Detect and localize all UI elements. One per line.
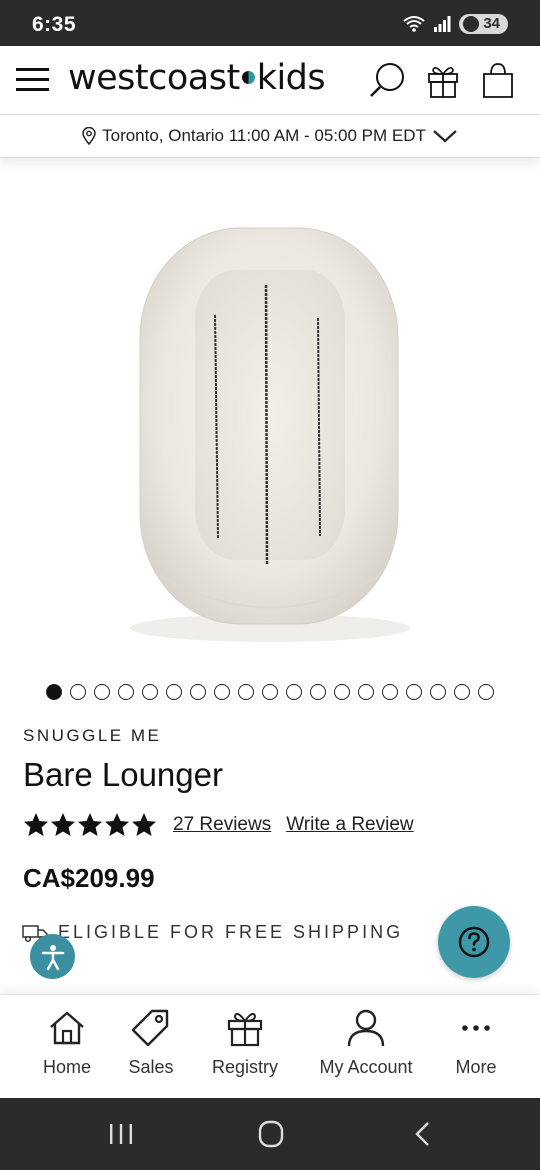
logo-dot — [241, 70, 255, 84]
nav-label-account: My Account — [319, 1057, 413, 1077]
accessibility-icon — [41, 944, 64, 970]
carousel-dot[interactable] — [190, 684, 206, 700]
search-button[interactable] — [368, 60, 408, 100]
carousel-dot[interactable] — [238, 684, 254, 700]
bottom-navigation: Home Sales Registry My Account More — [0, 994, 540, 1098]
gift-icon — [428, 66, 458, 98]
home-system-button[interactable] — [256, 1120, 286, 1148]
nav-item-home[interactable]: Home — [40, 1007, 94, 1078]
price-tag-icon — [131, 1009, 169, 1047]
shipping-text: ELIGIBLE FOR FREE SHIPPING — [58, 922, 404, 942]
battery-level: 34 — [483, 15, 500, 32]
back-button[interactable] — [408, 1120, 438, 1148]
question-mark-icon — [458, 926, 490, 958]
carousel-dot[interactable] — [118, 684, 134, 700]
carousel-dot[interactable] — [94, 684, 110, 700]
carousel-dot[interactable] — [214, 684, 230, 700]
carousel-dot[interactable] — [70, 684, 86, 700]
carousel-dot[interactable] — [286, 684, 302, 700]
status-bar: 6:35 34 — [0, 0, 540, 46]
carousel-dot[interactable] — [334, 684, 350, 700]
battery-saver-icon — [463, 16, 480, 32]
carousel-dot[interactable] — [454, 684, 470, 700]
search-icon — [370, 63, 404, 97]
recent-apps-button[interactable] — [106, 1120, 136, 1148]
accessibility-button[interactable] — [30, 934, 75, 979]
carousel-dot[interactable] — [46, 684, 62, 700]
carousel-dot[interactable] — [262, 684, 278, 700]
nav-label-registry: Registry — [211, 1057, 278, 1077]
home-circle-icon — [258, 1120, 284, 1148]
battery-indicator: 34 — [459, 14, 508, 34]
lounger-image — [130, 227, 410, 642]
gift-registry-button[interactable] — [423, 60, 463, 100]
shopping-bag-icon — [483, 63, 513, 98]
carousel-dot[interactable] — [142, 684, 158, 700]
carousel-dot[interactable] — [166, 684, 182, 700]
recent-apps-icon — [110, 1124, 132, 1144]
product-brand[interactable]: SNUGGLE ME — [23, 726, 161, 746]
store-location-bar[interactable]: Toronto, Ontario 11:00 AM - 05:00 PM EDT — [0, 114, 540, 158]
nav-item-sales[interactable]: Sales — [124, 1007, 178, 1078]
product-title: Bare Lounger — [23, 756, 223, 793]
carousel-dot[interactable] — [310, 684, 326, 700]
site-header: westcoast kids — [0, 46, 540, 114]
gift-icon — [227, 1012, 263, 1047]
product-image[interactable] — [0, 170, 540, 670]
nav-label-more: More — [455, 1057, 497, 1077]
rating-row: 27 Reviews Write a Review — [23, 812, 429, 838]
status-time: 6:35 — [32, 13, 77, 36]
nav-item-more[interactable]: More — [450, 1007, 502, 1078]
shipping-info: ELIGIBLE FOR FREE SHIPPING — [22, 922, 403, 943]
star-icon — [24, 813, 48, 836]
home-icon — [50, 1011, 84, 1045]
carousel-dot[interactable] — [382, 684, 398, 700]
star-rating — [23, 812, 157, 838]
nav-item-account[interactable]: My Account — [316, 1007, 416, 1078]
wifi-icon — [403, 16, 425, 32]
star-icon — [105, 813, 129, 836]
back-chevron-icon — [415, 1122, 429, 1146]
user-icon — [347, 1009, 385, 1047]
signal-icon — [434, 16, 451, 32]
site-logo[interactable]: westcoast kids — [68, 58, 326, 98]
cart-button[interactable] — [478, 60, 518, 100]
logo-text-right: kids — [256, 58, 326, 98]
logo-text-left: westcoast — [68, 58, 240, 98]
product-price: CA$209.99 — [23, 863, 155, 893]
carousel-dot[interactable] — [478, 684, 494, 700]
hamburger-icon — [16, 68, 49, 91]
system-navigation-bar — [0, 1098, 540, 1170]
carousel-dots — [0, 684, 540, 700]
more-dots-icon — [462, 1025, 490, 1031]
carousel-dot[interactable] — [430, 684, 446, 700]
carousel-dot[interactable] — [406, 684, 422, 700]
nav-label-sales: Sales — [128, 1057, 174, 1077]
star-icon — [132, 813, 156, 836]
store-hours-text: Toronto, Ontario 11:00 AM - 05:00 PM EDT — [102, 126, 426, 145]
star-icon — [51, 813, 75, 836]
status-icons: 34 — [403, 14, 508, 34]
location-pin-icon — [82, 127, 96, 145]
menu-button[interactable] — [16, 66, 50, 94]
reviews-link[interactable]: 27 Reviews — [173, 814, 271, 836]
nav-item-registry[interactable]: Registry — [210, 1007, 280, 1078]
nav-label-home: Home — [42, 1057, 91, 1077]
carousel-dot[interactable] — [358, 684, 374, 700]
chevron-down-icon — [433, 130, 457, 143]
star-icon — [78, 813, 102, 836]
help-button[interactable] — [438, 906, 510, 978]
write-review-link[interactable]: Write a Review — [286, 814, 413, 836]
